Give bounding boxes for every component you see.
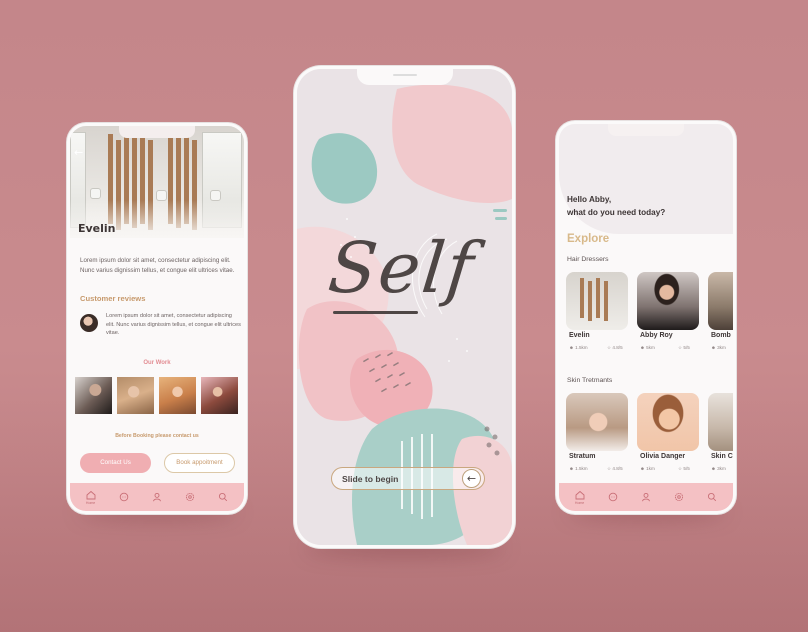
tab-home[interactable]: Home <box>571 487 589 507</box>
card-distance: ☻ 3km <box>711 466 726 471</box>
chat-icon <box>608 492 618 502</box>
tab-profile[interactable] <box>637 487 655 507</box>
home-icon <box>575 490 585 499</box>
settings-icon <box>186 492 195 502</box>
our-work-heading: Our Work <box>143 360 171 366</box>
app-logo: Self <box>324 227 479 309</box>
card-distance: ☻ 5km <box>640 345 655 350</box>
search-icon <box>219 492 228 502</box>
work-photo[interactable] <box>159 377 196 414</box>
hairdresser-card-bomb[interactable] <box>708 272 733 330</box>
search-icon <box>708 492 717 502</box>
card-name: Evelin <box>569 332 590 339</box>
greeting-line-2: what do you need today? <box>567 207 666 217</box>
greeting-line-1: Hello Abby, <box>567 195 612 204</box>
explore-phone: Hello Abby, what do you need today? Expl… <box>559 124 733 511</box>
user-icon <box>642 492 650 502</box>
work-photo[interactable] <box>117 377 154 414</box>
chat-icon <box>119 492 129 502</box>
card-rating: ☆ 5/5 <box>678 466 690 471</box>
user-icon <box>153 492 161 502</box>
skin-card-skin-c[interactable] <box>708 393 733 451</box>
hairdresser-card-evelin[interactable] <box>566 272 628 330</box>
skin-card-stratum[interactable] <box>566 393 628 451</box>
bottom-tab-bar: Home <box>559 483 733 511</box>
phone-notch <box>119 126 195 138</box>
settings-icon <box>675 492 684 502</box>
card-rating: ☆ 5/5 <box>678 345 690 350</box>
review-text: Lorem ipsum dolor sit amet, consectetur … <box>106 313 241 337</box>
tab-search[interactable] <box>703 487 721 507</box>
card-name: Olivia Danger <box>640 453 686 460</box>
skin-treatments-heading: Skin Tretmants <box>567 377 613 384</box>
tab-settings[interactable] <box>670 487 688 507</box>
card-distance: ☻ 1km <box>640 466 655 471</box>
hair-dressers-heading: Hair Dressers <box>567 256 609 263</box>
bottom-tab-bar: Home <box>70 483 244 511</box>
card-rating: ☆ 4.8/5 <box>607 345 623 350</box>
card-name: Bomb <box>711 332 731 339</box>
contact-us-button[interactable]: Contact Us <box>80 453 151 473</box>
tab-profile[interactable] <box>148 487 166 507</box>
booking-note: Before Booking please contact us <box>115 433 199 439</box>
card-name: Abby Roy <box>640 332 673 339</box>
tab-search[interactable] <box>214 487 232 507</box>
work-photo[interactable] <box>75 377 112 414</box>
tab-home[interactable]: Home <box>82 487 100 507</box>
reviewer-avatar <box>80 314 98 332</box>
home-icon <box>86 490 96 499</box>
slide-to-begin-control[interactable]: Slide to begin ← <box>331 467 485 490</box>
tab-chat[interactable] <box>604 487 622 507</box>
explore-heading: Explore <box>567 233 610 245</box>
tab-settings[interactable] <box>181 487 199 507</box>
card-distance: ☻ 1.5km <box>569 466 588 471</box>
splash-phone: Self Slide to begin ← <box>297 69 512 545</box>
skin-card-olivia-danger[interactable] <box>637 393 699 451</box>
slide-label: Slide to begin <box>342 473 399 484</box>
work-photo[interactable] <box>201 377 238 414</box>
card-distance: ☻ 3km <box>711 345 726 350</box>
phone-notch <box>356 69 453 85</box>
card-name: Stratum <box>569 453 596 460</box>
card-distance: ☻ 1.5km <box>569 345 588 350</box>
card-name: Skin C <box>711 453 733 460</box>
hairdresser-card-abby-roy[interactable] <box>637 272 699 330</box>
book-appointment-button[interactable]: Book appoitment <box>164 453 235 473</box>
salon-detail-phone: ← Evelin Lorem ipsum dolor sit amet, con… <box>70 126 244 511</box>
tab-chat[interactable] <box>115 487 133 507</box>
card-rating: ☆ 4.8/5 <box>607 466 623 471</box>
phone-notch <box>608 124 684 136</box>
salon-description: Lorem ipsum dolor sit amet, consectetur … <box>80 257 235 274</box>
salon-name: Evelin <box>78 222 116 235</box>
back-arrow-icon[interactable]: ← <box>74 146 83 159</box>
reviews-heading: Customer reviews <box>80 294 146 303</box>
arrow-left-icon[interactable]: ← <box>462 469 481 488</box>
greeting: Hello Abby, what do you need today? <box>567 194 665 219</box>
logo-underline <box>333 311 418 314</box>
